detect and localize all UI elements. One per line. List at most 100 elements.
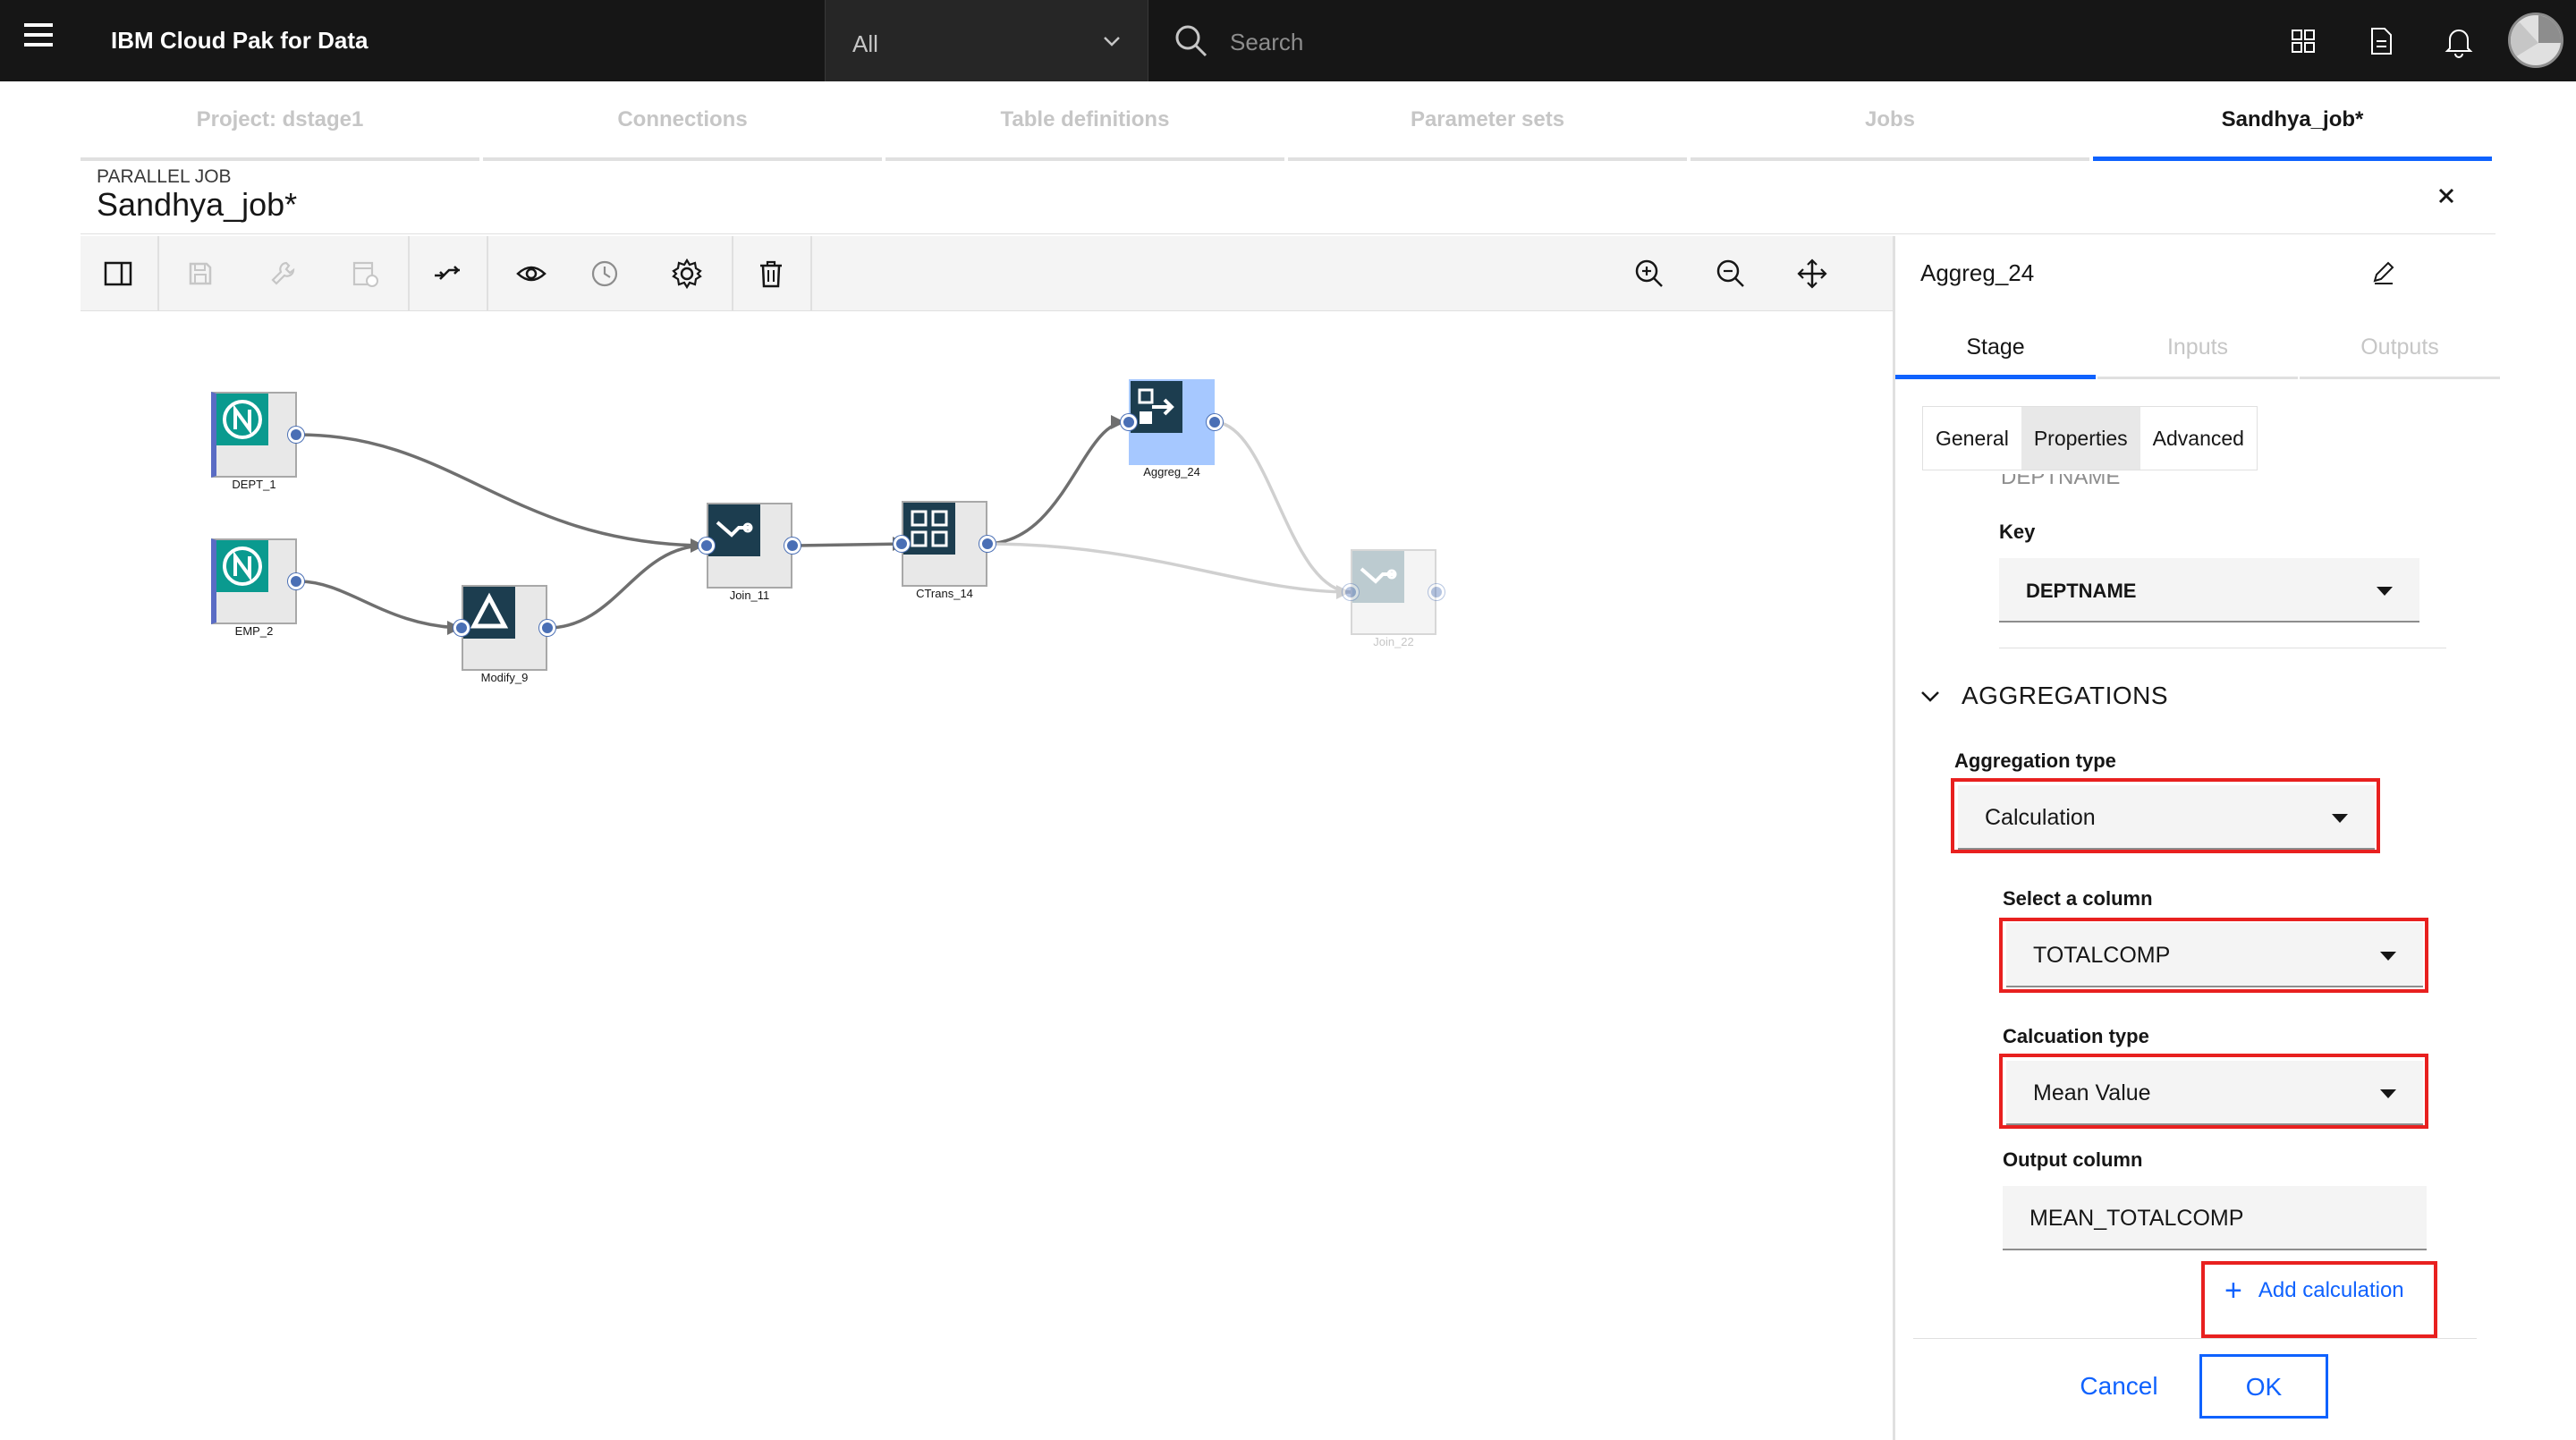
node-dept-1[interactable] (211, 392, 297, 478)
link-modify9-join11 (547, 544, 706, 630)
tab-outputs[interactable]: Outputs (2300, 335, 2500, 379)
port-join-11-in[interactable] (699, 538, 715, 554)
transformer-icon (903, 503, 970, 570)
calculation-type-label: Calcuation type (2003, 1025, 2149, 1047)
cancel-button[interactable]: Cancel (2038, 1354, 2199, 1419)
job-header: PARALLEL JOB Sandhya_job* (80, 161, 2496, 234)
node-label-modify-9: Modify_9 (480, 671, 529, 684)
tab-jobs[interactable]: Jobs (1690, 82, 2089, 161)
fit-icon[interactable] (1785, 247, 1839, 301)
link-join11-ctrans14 (792, 542, 908, 547)
edit-icon[interactable] (2369, 258, 2398, 286)
node-label-aggreg-24: Aggreg_24 (1143, 465, 1200, 479)
aggregator-icon (1131, 381, 1198, 448)
search-icon[interactable] (1172, 21, 1211, 61)
highlight-box (1999, 918, 2428, 993)
save-icon[interactable] (174, 247, 227, 301)
clipped-heading: DEPTNAME (2001, 474, 2120, 485)
node-label-emp-2: EMP_2 (234, 624, 274, 638)
node-aggreg-24[interactable] (1129, 379, 1215, 465)
tab-stage[interactable]: Stage (1895, 335, 2096, 379)
flow-links (298, 415, 1352, 635)
link-ctrans14-aggreg24 (985, 420, 1126, 546)
port-modify-9-in[interactable] (453, 620, 470, 636)
node-label-join-22: Join_22 (1373, 635, 1414, 648)
tab-project[interactable]: Project: dstage1 (80, 82, 479, 161)
panel-toggle-icon[interactable] (91, 247, 145, 301)
join-icon (1352, 551, 1419, 618)
chevron-down-icon (1921, 691, 1939, 702)
add-calculation-label: Add calculation (2258, 1278, 2404, 1302)
tab-parameter-sets[interactable]: Parameter sets (1288, 82, 1687, 161)
tab-inputs[interactable]: Inputs (2097, 335, 2298, 379)
aggregations-section-header[interactable]: AGGREGATIONS (1919, 682, 2168, 710)
ok-button[interactable]: OK (2199, 1354, 2328, 1419)
canvas-toolbar (80, 236, 1893, 311)
modify-icon (463, 587, 530, 654)
output-column-value: MEAN_TOTALCOMP (2029, 1206, 2244, 1231)
port-aggreg-24-in[interactable] (1121, 414, 1137, 430)
tab-sandhya-job[interactable]: Sandhya_job* (2093, 82, 2492, 161)
select-column-label: Select a column (2003, 887, 2153, 910)
panel-title: Aggreg_24 (1920, 259, 2035, 286)
subtab-advanced[interactable]: Advanced (2140, 407, 2257, 470)
project-tabs: Project: dstage1 Connections Table defin… (80, 82, 2496, 161)
section-title: AGGREGATIONS (1962, 682, 2169, 709)
subtab-general[interactable]: General (1923, 407, 2021, 470)
caret-down-icon (2377, 587, 2393, 596)
port-dept-1-out[interactable] (288, 427, 304, 443)
history-icon[interactable] (578, 247, 631, 301)
join-icon (708, 504, 775, 572)
link-ctrans14-join22 (985, 542, 1352, 594)
document-icon[interactable] (2361, 21, 2401, 61)
port-modify-9-out[interactable] (539, 620, 555, 636)
node-modify-9[interactable] (462, 585, 547, 671)
node-label-ctrans-14: CTrans_14 (916, 587, 973, 600)
scope-value: All (852, 30, 878, 57)
search-input[interactable]: Search (1230, 29, 1303, 56)
node-join-22[interactable] (1351, 549, 1436, 635)
add-icon: + (2224, 1274, 2242, 1308)
delete-icon[interactable] (744, 247, 798, 301)
node-emp-2[interactable] (211, 538, 297, 624)
add-calculation-button[interactable]: + Add calculation (2224, 1274, 2404, 1308)
link-emp2-modify9 (298, 580, 462, 630)
chevron-down-icon (1104, 37, 1120, 47)
subtab-properties[interactable]: Properties (2021, 407, 2140, 470)
job-type-label: PARALLEL JOB (97, 166, 232, 187)
arrange-icon[interactable] (420, 247, 474, 301)
highlight-box (1951, 778, 2380, 853)
port-aggreg-24-out[interactable] (1207, 414, 1223, 430)
flow-canvas[interactable]: DEPT_1 EMP_2 Modify_9 Join_11 CTrans_14 (80, 311, 1893, 1440)
port-ctrans-14-out[interactable] (979, 536, 996, 552)
port-join-22-out[interactable] (1428, 584, 1445, 600)
properties-subtabs: General Properties Advanced (1922, 406, 2258, 470)
settings-icon[interactable] (660, 247, 714, 301)
node-label-dept-1: DEPT_1 (232, 478, 276, 491)
key-dropdown[interactable]: DEPTNAME (1999, 558, 2419, 623)
zoom-out-icon[interactable] (1704, 247, 1758, 301)
view-icon[interactable] (504, 247, 558, 301)
wrench-icon[interactable] (256, 247, 309, 301)
port-ctrans-14-in[interactable] (894, 536, 910, 552)
node-ctrans-14[interactable] (902, 501, 987, 587)
port-emp-2-out[interactable] (288, 573, 304, 589)
menu-icon[interactable] (20, 23, 57, 59)
link-aggreg24-join22 (1216, 420, 1352, 594)
tab-table-definitions[interactable]: Table definitions (886, 82, 1284, 161)
app-switcher-icon[interactable] (2284, 21, 2323, 61)
key-label: Key (1999, 521, 2036, 543)
node-join-11[interactable] (707, 503, 792, 589)
port-join-22-in[interactable] (1343, 584, 1359, 600)
close-icon[interactable] (2431, 181, 2462, 211)
nosql-source-icon (216, 540, 282, 607)
output-column-input[interactable]: MEAN_TOTALCOMP (2003, 1186, 2427, 1250)
notification-icon[interactable] (2439, 21, 2479, 61)
nosql-source-icon (216, 394, 282, 461)
scope-dropdown[interactable]: All (825, 0, 1148, 81)
avatar[interactable] (2508, 13, 2563, 68)
port-join-11-out[interactable] (784, 538, 801, 554)
zoom-in-icon[interactable] (1623, 247, 1676, 301)
tab-connections[interactable]: Connections (483, 82, 882, 161)
compile-icon[interactable] (338, 247, 392, 301)
